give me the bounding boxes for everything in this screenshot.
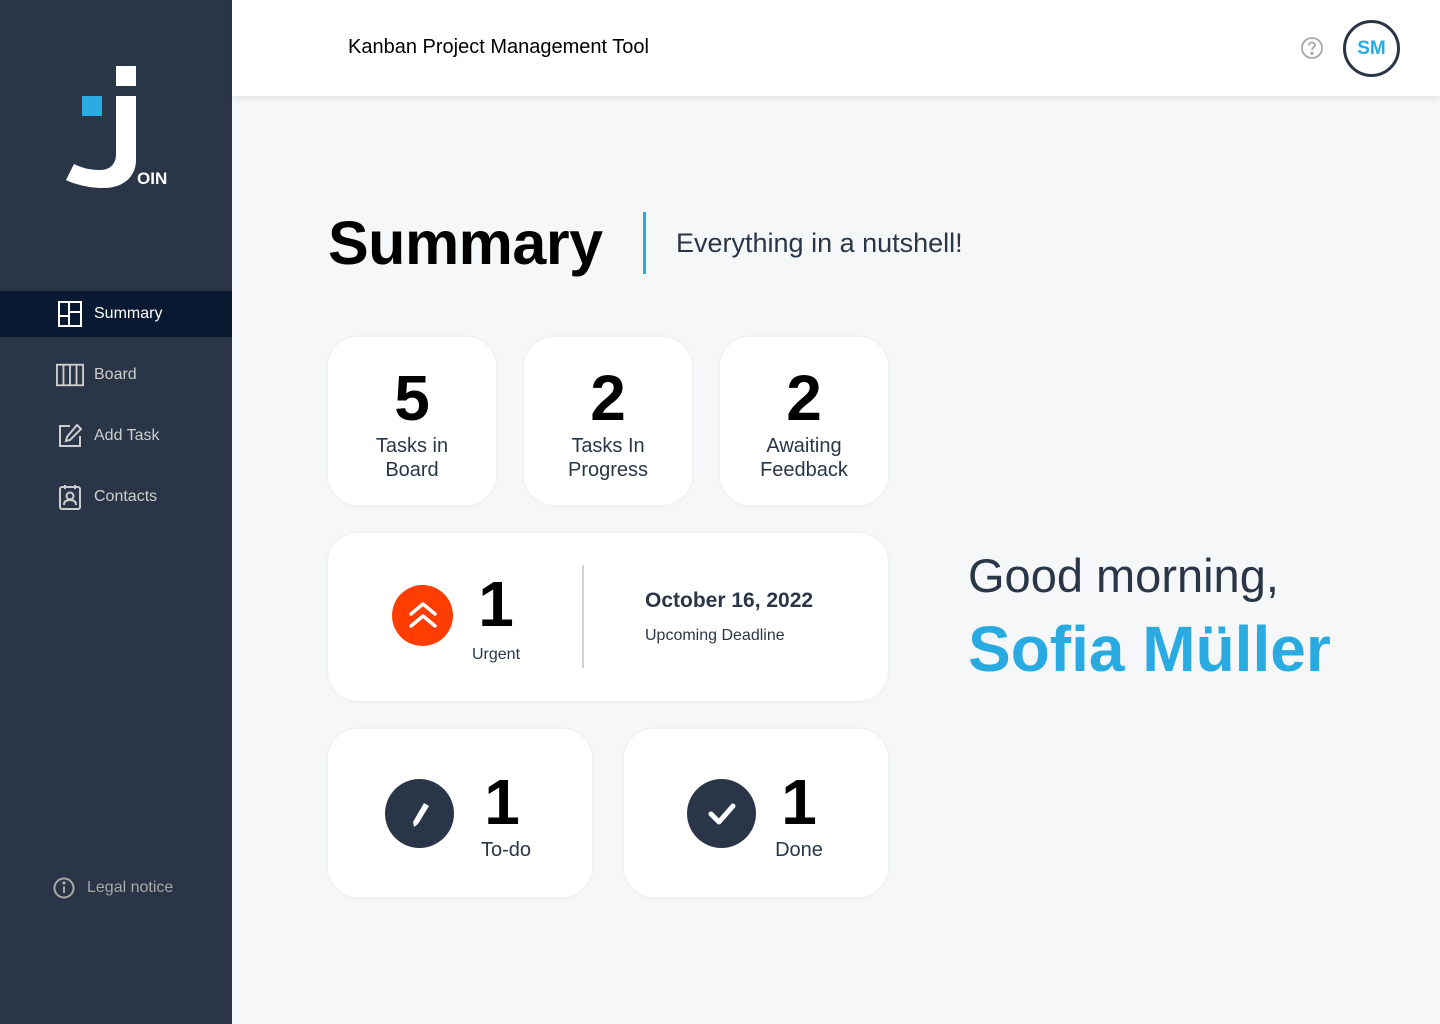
- user-avatar[interactable]: SM: [1343, 20, 1400, 77]
- sidebar-item-label: Add Task: [94, 427, 160, 444]
- title-divider: [643, 212, 646, 274]
- stat-label: Awaiting Feedback: [760, 435, 848, 481]
- deadline-label: Upcoming Deadline: [645, 627, 785, 644]
- page-subtitle: Everything in a nutshell!: [676, 228, 963, 258]
- page-title: Summary: [328, 209, 603, 277]
- sidebar-item-contacts[interactable]: Contacts: [0, 474, 232, 520]
- sidebar-nav: Summary Board Add Task Contacts: [0, 291, 232, 535]
- board-icon: [56, 361, 84, 389]
- sidebar-item-add-task[interactable]: Add Task: [0, 413, 232, 459]
- stat-card-awaiting-feedback[interactable]: 2 Awaiting Feedback: [720, 337, 888, 505]
- urgent-label: Urgent: [471, 646, 521, 663]
- contacts-icon: [56, 483, 84, 511]
- todo-card[interactable]: 1 To-do: [328, 729, 592, 897]
- info-icon: [52, 876, 76, 900]
- urgent-value: 1: [478, 568, 514, 640]
- legal-notice-label: Legal notice: [87, 879, 174, 896]
- done-card[interactable]: 1 Done: [624, 729, 888, 897]
- urgent-priority-icon: [392, 585, 453, 646]
- sidebar-item-label: Board: [94, 366, 137, 383]
- add-task-icon: [56, 422, 84, 450]
- stat-label: Tasks In Progress: [567, 435, 649, 481]
- urgent-card[interactable]: 1 Urgent October 16, 2022 Upcoming Deadl…: [328, 533, 888, 701]
- stat-value: 2: [590, 362, 626, 434]
- svg-text:OIN: OIN: [137, 169, 167, 188]
- sidebar-item-summary[interactable]: Summary: [0, 291, 232, 337]
- done-label: Done: [775, 839, 823, 861]
- greeting-name: Sofia Müller: [968, 613, 1331, 685]
- stat-label: Tasks in Board: [375, 435, 449, 481]
- greeting-text: Good morning,: [968, 549, 1279, 602]
- stat-card-tasks-in-board[interactable]: 5 Tasks in Board: [328, 337, 496, 505]
- legal-notice-link[interactable]: Legal notice: [52, 876, 173, 900]
- deadline-date: October 16, 2022: [645, 589, 814, 612]
- stat-value: 5: [394, 362, 430, 434]
- pencil-icon: [385, 779, 454, 848]
- sidebar-item-label: Contacts: [94, 488, 158, 505]
- checkmark-icon: [687, 779, 756, 848]
- help-icon[interactable]: [1300, 36, 1324, 60]
- summary-icon: [56, 300, 84, 328]
- stat-value: 2: [786, 362, 822, 434]
- sidebar: OIN Summary Board Add Task Contacts Lega…: [0, 0, 232, 1024]
- done-value: 1: [781, 766, 817, 838]
- stat-card-tasks-in-progress[interactable]: 2 Tasks In Progress: [524, 337, 692, 505]
- sidebar-item-label: Summary: [94, 305, 163, 322]
- top-header: Kanban Project Management Tool SM: [232, 0, 1440, 96]
- todo-label: To-do: [480, 839, 532, 861]
- sidebar-item-board[interactable]: Board: [0, 352, 232, 398]
- app-title: Kanban Project Management Tool: [348, 36, 649, 58]
- urgent-divider: [582, 565, 584, 668]
- todo-value: 1: [484, 766, 520, 838]
- join-logo[interactable]: OIN: [64, 64, 174, 190]
